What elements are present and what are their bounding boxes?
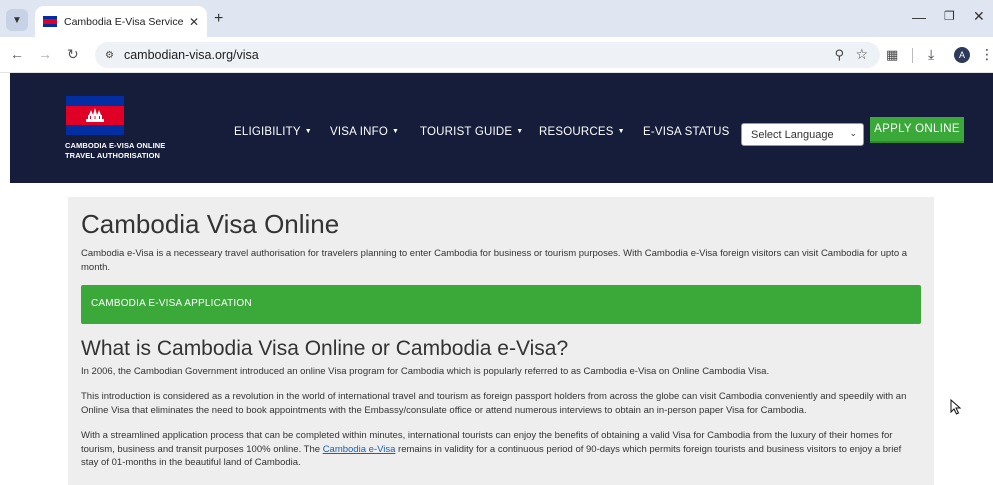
mouse-pointer-icon xyxy=(950,399,962,415)
brand-line-1: CAMBODIA E-VISA ONLINE xyxy=(65,141,166,150)
caret-down-icon: ▼ xyxy=(516,128,524,136)
browser-toolbar: ← → ↻ ⚙ cambodian-visa.org/visa ⚲ ☆ ▦ ⤓ … xyxy=(0,37,993,73)
section-heading: What is Cambodia Visa Online or Cambodia… xyxy=(81,337,569,360)
bookmark-star-icon[interactable]: ☆ xyxy=(855,46,868,63)
paragraph-revolution: This introduction is considered as a rev… xyxy=(81,391,907,416)
toolbar-divider xyxy=(912,48,913,63)
evisa-application-button[interactable]: CAMBODIA E-VISA APPLICATION xyxy=(81,285,921,324)
intro-paragraph: Cambodia e-Visa is a necesseary travel a… xyxy=(81,248,908,273)
minimize-window-icon[interactable]: — xyxy=(912,9,926,25)
site-header: CAMBODIA E-VISA ONLINE TRAVEL AUTHORISAT… xyxy=(10,73,993,183)
tab-search-button[interactable]: ▼ xyxy=(6,9,28,31)
restore-window-icon[interactable]: ❐ xyxy=(944,9,955,23)
nav-tourist-guide[interactable]: TOURIST GUIDE ▼ xyxy=(420,126,523,138)
kebab-menu-icon[interactable]: ⋮ xyxy=(980,46,993,63)
cambodia-flag-favicon-icon xyxy=(43,16,57,27)
address-bar[interactable]: ⚙ cambodian-visa.org/visa ⚲ ☆ xyxy=(95,42,880,68)
forward-arrow-icon[interactable]: → xyxy=(38,46,52,62)
cambodia-evisa-link[interactable]: Cambodia e-Visa xyxy=(323,444,396,455)
language-select[interactable]: Select Language ⌄ xyxy=(741,123,864,146)
brand-line-2: TRAVEL AUTHORISATION xyxy=(65,151,161,160)
nav-visa-info[interactable]: VISA INFO ▼ xyxy=(330,126,399,138)
paragraph-process: With a streamlined application process t… xyxy=(81,430,902,468)
profile-avatar[interactable]: A xyxy=(954,47,970,63)
cambodia-flag-logo-icon[interactable] xyxy=(66,96,124,135)
caret-down-icon: ▼ xyxy=(617,128,625,136)
paragraph-history: In 2006, the Cambodian Government introd… xyxy=(81,366,770,377)
new-tab-plus-icon[interactable]: + xyxy=(214,10,223,28)
language-select-value: Select Language xyxy=(751,128,834,141)
chevron-down-icon: ▼ xyxy=(12,14,22,26)
apply-online-button[interactable]: APPLY ONLINE xyxy=(870,117,964,143)
zoom-magnifier-icon[interactable]: ⚲ xyxy=(834,47,844,63)
evisa-application-label: CAMBODIA E-VISA APPLICATION xyxy=(91,298,252,309)
download-icon[interactable]: ⤓ xyxy=(928,46,934,63)
browser-tab-strip: ▼ Cambodia E-Visa Service | Appli ✕ + — … xyxy=(0,0,993,37)
back-arrow-icon[interactable]: ← xyxy=(10,46,24,62)
tab-title: Cambodia E-Visa Service | Appli xyxy=(64,15,183,28)
caret-down-icon: ▼ xyxy=(392,128,400,136)
site-info-icon[interactable]: ⚙ xyxy=(105,50,114,61)
brand-name[interactable]: CAMBODIA E-VISA ONLINE TRAVEL AUTHORISAT… xyxy=(65,141,165,161)
extensions-puzzle-icon[interactable]: ▦ xyxy=(886,47,898,63)
url-text[interactable]: cambodian-visa.org/visa xyxy=(124,48,259,62)
nav-evisa-status[interactable]: E-VISA STATUS xyxy=(643,126,730,138)
angkor-temple-icon xyxy=(86,108,104,122)
nav-eligibility[interactable]: ELIGIBILITY ▼ xyxy=(234,126,312,138)
close-window-icon[interactable]: ✕ xyxy=(973,8,985,25)
close-tab-icon[interactable]: ✕ xyxy=(189,15,199,29)
caret-down-icon: ▼ xyxy=(304,128,312,136)
chevron-down-icon: ⌄ xyxy=(849,128,857,138)
reload-icon[interactable]: ↻ xyxy=(67,46,79,63)
page-title: Cambodia Visa Online xyxy=(81,209,340,239)
browser-tab[interactable]: Cambodia E-Visa Service | Appli ✕ xyxy=(35,6,207,37)
nav-resources[interactable]: RESOURCES ▼ xyxy=(539,126,625,138)
